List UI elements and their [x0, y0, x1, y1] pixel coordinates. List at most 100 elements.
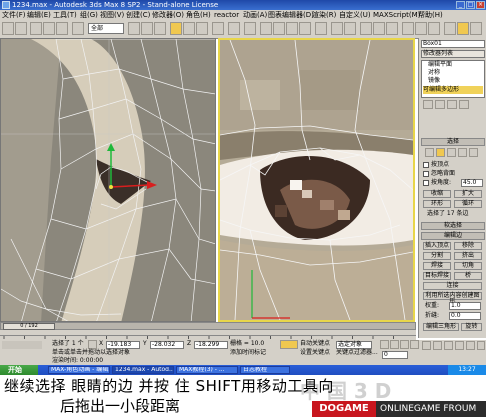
menu-maxscript[interactable]: MAXScript(M) [373, 10, 420, 20]
select-by-name-icon[interactable] [128, 22, 140, 35]
add-time-tag[interactable]: 添加时间标记 [230, 349, 266, 357]
polygon-mode-icon[interactable] [458, 148, 467, 157]
percent-snap-icon[interactable] [286, 22, 298, 35]
arc-rotate-icon[interactable] [466, 341, 475, 350]
current-frame-field[interactable]: 0 [382, 351, 408, 359]
y-coordinate-field[interactable]: -28.032 [150, 341, 184, 349]
select-move-icon[interactable] [170, 22, 182, 35]
x-coordinate-field[interactable]: -19.183 [106, 341, 140, 349]
shrink-button[interactable]: 收缩 [423, 190, 451, 198]
track-bar[interactable]: 0102030405060708090100110120130140150160… [0, 330, 416, 346]
start-button[interactable]: 开始 [0, 365, 38, 375]
ignore-backface-checkbox[interactable] [423, 171, 429, 177]
crease-field[interactable]: 0.0 [449, 312, 481, 320]
pin-stack-icon[interactable] [423, 100, 433, 109]
window-crossing-icon[interactable] [154, 22, 166, 35]
render-scene-icon[interactable] [415, 22, 427, 35]
angle-field[interactable]: 45.0 [461, 179, 483, 187]
named-selection-icon[interactable] [315, 22, 327, 35]
menu-tools[interactable]: 工具(T) [53, 10, 77, 20]
redo-icon[interactable] [15, 22, 27, 35]
viewport-right-active[interactable] [218, 38, 415, 322]
select-link-icon[interactable] [30, 22, 42, 35]
menu-customize[interactable]: 自定义(U) [339, 10, 371, 20]
task-tutorial[interactable]: MAX教程(3) - ... [176, 366, 238, 374]
menu-modifiers[interactable]: 修改器(O) [152, 10, 184, 20]
select-rotate-icon[interactable] [183, 22, 195, 35]
menu-reactor[interactable]: reactor [214, 10, 239, 20]
task-log[interactable]: 日志教程 [240, 366, 290, 374]
weld-button[interactable]: 焊接 [423, 262, 451, 270]
bridge-button[interactable]: 桥 [454, 272, 482, 280]
menu-views[interactable]: 视图(V) [100, 10, 124, 20]
modify-panel-icon[interactable] [457, 22, 469, 35]
bind-space-warp-icon[interactable] [56, 22, 68, 35]
split-button[interactable]: 分割 [423, 252, 451, 260]
edit-triangulation-button[interactable]: 编辑三角形 [423, 323, 459, 331]
pan-icon[interactable] [455, 341, 464, 350]
play-icon[interactable] [400, 340, 409, 349]
selection-filter-dropdown[interactable]: 全部 [88, 23, 124, 34]
ring-button[interactable]: 环形 [423, 200, 451, 208]
next-frame-icon[interactable] [410, 340, 419, 349]
menu-character[interactable]: 角色(H) [186, 10, 211, 20]
menu-group[interactable]: 组(G) [80, 10, 98, 20]
snaps-toggle-icon[interactable] [260, 22, 272, 35]
hierarchy-panel-icon[interactable] [470, 22, 482, 35]
menu-graph-editors[interactable]: 图表编辑器(D) [268, 10, 314, 20]
set-key-button[interactable]: 设置关键点 [300, 349, 330, 357]
mirror-icon[interactable] [331, 22, 343, 35]
app-icon[interactable] [2, 1, 10, 9]
pivot-center-icon[interactable] [228, 22, 240, 35]
close-button[interactable]: × [476, 1, 485, 9]
by-angle-checkbox[interactable] [423, 180, 429, 186]
menu-help[interactable]: 帮助(H) [418, 10, 443, 20]
by-vertex-checkbox[interactable] [423, 162, 429, 168]
key-mode-dropdown[interactable]: 选定对象 [336, 341, 372, 349]
grow-button[interactable]: 扩大 [454, 190, 482, 198]
target-weld-button[interactable]: 目标焊接 [423, 272, 451, 280]
zoom-extents-icon[interactable] [444, 341, 453, 350]
viewport-left[interactable] [0, 38, 216, 322]
vertex-mode-icon[interactable] [425, 148, 434, 157]
zoom-all-icon[interactable] [433, 341, 442, 350]
task-forum[interactable]: MAX-角色动画 - 编辑... [48, 366, 110, 374]
minimize-button[interactable]: _ [456, 1, 465, 9]
connect-button[interactable]: 连接 [423, 282, 482, 290]
curve-editor-icon[interactable] [373, 22, 385, 35]
menu-create[interactable]: 创建(C) [126, 10, 150, 20]
selection-rollout[interactable]: 选择 [421, 138, 485, 146]
maximize-button[interactable]: □ [466, 1, 475, 9]
align-icon[interactable] [344, 22, 356, 35]
create-panel-icon[interactable] [444, 22, 456, 35]
maximize-viewport-icon[interactable] [477, 341, 485, 350]
border-mode-icon[interactable] [447, 148, 456, 157]
menu-file[interactable]: 文件(F) [2, 10, 26, 20]
weight-field[interactable]: 1.0 [449, 302, 481, 310]
lock-selection-icon[interactable] [88, 340, 97, 349]
spinner-snap-icon[interactable] [299, 22, 311, 35]
auto-key-button[interactable]: 自动关键点 [300, 340, 330, 348]
edge-mode-icon[interactable] [436, 148, 445, 157]
angle-snap-icon[interactable] [273, 22, 285, 35]
maxscript-listener[interactable] [2, 341, 42, 349]
stack-item-mirror[interactable]: 镜像 [428, 77, 440, 85]
menu-edit[interactable]: 编辑(E) [27, 10, 51, 20]
object-name-field[interactable]: Box01 [421, 40, 485, 48]
material-editor-icon[interactable] [402, 22, 414, 35]
remove-button[interactable]: 移除 [454, 242, 482, 250]
extrude-button[interactable]: 挤出 [454, 252, 482, 260]
menu-animation[interactable]: 动画(A) [243, 10, 267, 20]
task-3dsmax[interactable]: 1234.max - Autod... [112, 366, 174, 374]
auto-key-icon[interactable] [280, 340, 298, 349]
unlink-icon[interactable] [43, 22, 55, 35]
layer-manager-icon[interactable] [360, 22, 372, 35]
select-manipulate-icon[interactable] [244, 22, 256, 35]
prev-frame-icon[interactable] [390, 340, 399, 349]
stack-item-edit-plane[interactable]: 编辑平面 [428, 61, 452, 69]
time-slider-thumb[interactable]: 0 / 192 [3, 323, 55, 330]
loop-button[interactable]: 循环 [454, 200, 482, 208]
goto-start-icon[interactable] [380, 340, 389, 349]
insert-vertex-button[interactable]: 插入顶点 [423, 242, 451, 250]
rect-selection-icon[interactable] [141, 22, 153, 35]
